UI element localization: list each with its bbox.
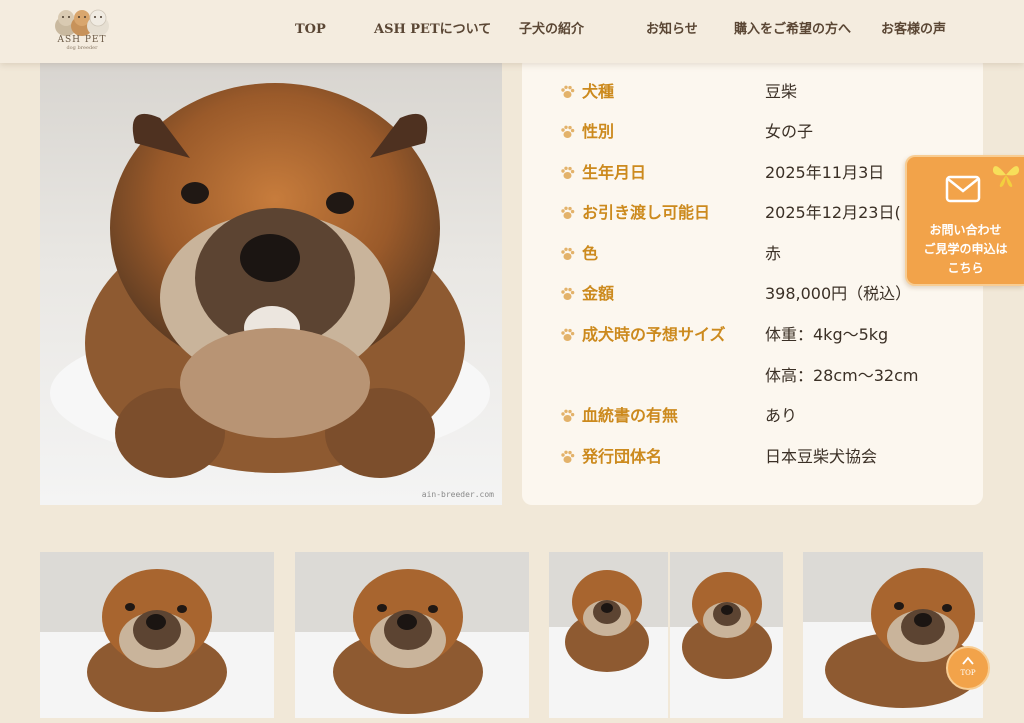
puppy-thumbnail-image	[549, 552, 783, 718]
nav-puppies[interactable]: 子犬の紹介	[519, 20, 584, 40]
paw-icon	[561, 247, 575, 260]
puppy-thumbnail-image	[40, 552, 274, 718]
info-value: あり	[765, 406, 798, 425]
nav-top[interactable]: TOP	[295, 20, 326, 40]
info-label: 金額	[582, 284, 615, 303]
contact-line-2: ご見学の申込は	[923, 242, 1008, 256]
info-label: 血統書の有無	[582, 406, 679, 425]
contact-line-3: こちら	[947, 261, 984, 275]
logo-subtext: dog breeder	[66, 45, 98, 51]
info-row-breed: 犬種 豆柴	[522, 80, 983, 104]
site-logo[interactable]: ASH PET dog breeder	[44, 4, 120, 54]
paw-icon	[561, 125, 575, 138]
paw-icon	[561, 328, 575, 341]
logo-text: ASH PET	[57, 35, 107, 45]
info-label: お引き渡し可能日	[582, 203, 711, 222]
photo-watermark: ain-breeder.com	[421, 490, 494, 499]
paw-icon	[561, 450, 575, 463]
info-label: 色	[582, 244, 599, 263]
info-row-issuer: 発行団体名 日本豆柴犬協会	[522, 445, 983, 469]
nav-news[interactable]: お知らせ	[646, 20, 698, 40]
site-header: ASH PET dog breeder TOP ASH PETについて 子犬の紹…	[0, 0, 1024, 63]
paw-icon	[561, 85, 575, 98]
paw-icon	[561, 166, 575, 179]
thumbnail-1[interactable]	[40, 552, 274, 718]
info-label: 性別	[582, 122, 615, 141]
info-row-adult-size: 成犬時の予想サイズ 体重：4kg〜5kg	[522, 323, 983, 347]
info-label: 生年月日	[582, 163, 647, 182]
info-value: 赤	[765, 244, 782, 263]
info-row-adult-height: 体高：28cm〜32cm	[522, 364, 983, 388]
nav-about[interactable]: ASH PETについて	[374, 20, 491, 40]
nav-purchase-guide[interactable]: 購入をご希望の方へ	[734, 20, 851, 40]
chevron-up-icon	[962, 656, 974, 665]
info-value: 2025年11月3日	[765, 163, 885, 182]
info-label: 犬種	[582, 82, 615, 101]
paw-icon	[561, 287, 575, 300]
puppy-thumbnail-image	[295, 552, 529, 718]
main-puppy-photo: ain-breeder.com	[40, 63, 502, 505]
paw-icon	[561, 206, 575, 219]
nav-customer-voices[interactable]: お客様の声	[881, 20, 946, 40]
info-value: 女の子	[765, 122, 814, 141]
puppy-thumbnail-image	[803, 552, 983, 718]
thumbnail-3[interactable]	[549, 552, 783, 718]
thumbnail-2[interactable]	[295, 552, 529, 718]
back-to-top-label: TOP	[960, 669, 976, 677]
info-value: 398,000円（税込）	[765, 284, 912, 303]
info-value: 体高：28cm〜32cm	[765, 366, 919, 385]
butterfly-icon	[992, 166, 1020, 187]
info-value: 体重：4kg〜5kg	[765, 325, 889, 344]
mail-icon	[945, 175, 981, 203]
info-label: 発行団体名	[582, 447, 663, 466]
paw-icon	[561, 409, 575, 422]
back-to-top-button[interactable]: TOP	[946, 646, 990, 690]
info-value: 豆柴	[765, 82, 798, 101]
contact-line-1: お問い合わせ	[929, 223, 1002, 237]
thumbnail-4[interactable]	[803, 552, 983, 718]
info-row-sex: 性別 女の子	[522, 120, 983, 144]
info-label: 成犬時の予想サイズ	[582, 325, 726, 344]
puppy-photo-image	[40, 63, 502, 505]
contact-tab-button[interactable]: お問い合わせ ご見学の申込は こちら	[905, 155, 1024, 286]
info-row-pedigree: 血統書の有無 あり	[522, 404, 983, 428]
info-value: 日本豆柴犬協会	[765, 447, 878, 466]
info-value: 2025年12月23日(	[765, 203, 901, 222]
dogs-logo-icon	[55, 9, 109, 36]
